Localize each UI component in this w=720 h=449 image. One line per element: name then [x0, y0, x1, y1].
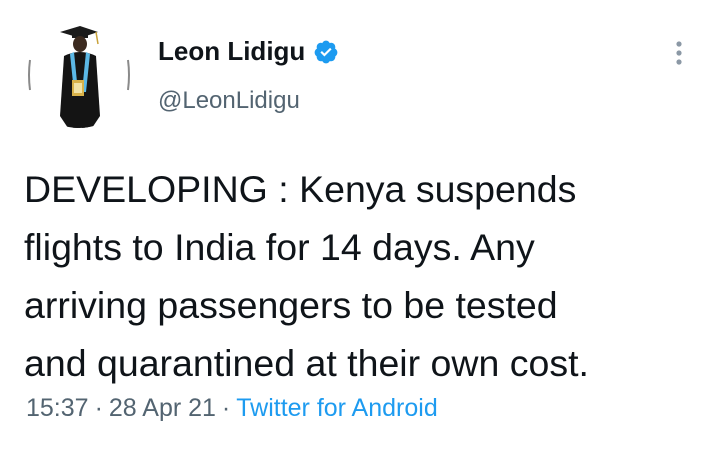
avatar[interactable]: [26, 22, 132, 128]
tweet-text: DEVELOPING : Kenya suspends flights to I…: [24, 168, 589, 384]
meta-separator: ·: [221, 394, 231, 422]
author-handle[interactable]: @LeonLidigu: [158, 87, 300, 115]
tweet-meta: 15:37 · 28 Apr 21 · Twitter for Android: [26, 394, 438, 423]
display-name[interactable]: Leon Lidigu: [158, 36, 305, 67]
author-name-row[interactable]: Leon Lidigu: [158, 36, 339, 67]
avatar-image: [26, 22, 132, 128]
tweet-card: Leon Lidigu @LeonLidigu DEVELOPING : Ken…: [0, 0, 720, 449]
tweet-time[interactable]: 15:37: [26, 394, 89, 422]
more-vertical-icon[interactable]: [664, 38, 694, 68]
verified-badge-icon: [313, 39, 339, 65]
meta-separator: ·: [94, 394, 103, 422]
tweet-source-link[interactable]: Twitter for Android: [236, 394, 437, 422]
tweet-date[interactable]: 28 Apr 21: [109, 394, 216, 422]
